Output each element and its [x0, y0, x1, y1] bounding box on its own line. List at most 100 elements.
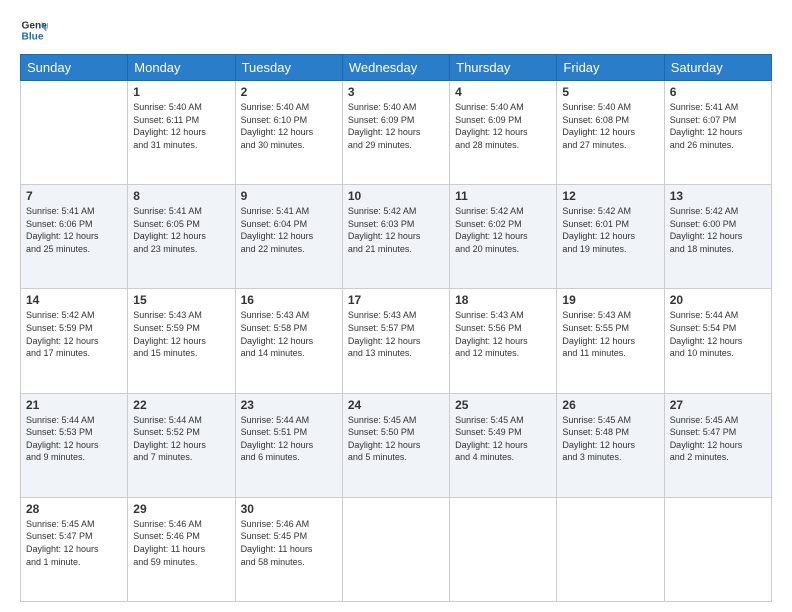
day-number: 23: [241, 398, 337, 412]
day-number: 25: [455, 398, 551, 412]
day-number: 5: [562, 85, 658, 99]
calendar-cell: 27 Sunrise: 5:45 AM Sunset: 5:47 PM Dayli…: [664, 393, 771, 497]
calendar-cell: 26 Sunrise: 5:45 AM Sunset: 5:48 PM Dayli…: [557, 393, 664, 497]
day-number: 27: [670, 398, 766, 412]
day-number: 29: [133, 502, 229, 516]
calendar-cell: 18 Sunrise: 5:43 AM Sunset: 5:56 PM Dayli…: [450, 289, 557, 393]
calendar-cell: 29 Sunrise: 5:46 AM Sunset: 5:46 PM Dayli…: [128, 497, 235, 601]
weekday-header-saturday: Saturday: [664, 55, 771, 81]
day-info: Sunrise: 5:46 AM Sunset: 5:45 PM Dayligh…: [241, 518, 337, 568]
calendar-cell: 23 Sunrise: 5:44 AM Sunset: 5:51 PM Dayli…: [235, 393, 342, 497]
calendar-cell: 16 Sunrise: 5:43 AM Sunset: 5:58 PM Dayli…: [235, 289, 342, 393]
calendar-cell: 28 Sunrise: 5:45 AM Sunset: 5:47 PM Dayli…: [21, 497, 128, 601]
day-info: Sunrise: 5:45 AM Sunset: 5:48 PM Dayligh…: [562, 414, 658, 464]
day-info: Sunrise: 5:40 AM Sunset: 6:11 PM Dayligh…: [133, 101, 229, 151]
calendar-cell: 25 Sunrise: 5:45 AM Sunset: 5:49 PM Dayli…: [450, 393, 557, 497]
day-info: Sunrise: 5:45 AM Sunset: 5:47 PM Dayligh…: [26, 518, 122, 568]
day-info: Sunrise: 5:44 AM Sunset: 5:51 PM Dayligh…: [241, 414, 337, 464]
day-number: 12: [562, 189, 658, 203]
day-number: 26: [562, 398, 658, 412]
calendar-cell: 14 Sunrise: 5:42 AM Sunset: 5:59 PM Dayli…: [21, 289, 128, 393]
calendar-table: SundayMondayTuesdayWednesdayThursdayFrid…: [20, 54, 772, 602]
day-number: 28: [26, 502, 122, 516]
day-number: 1: [133, 85, 229, 99]
calendar-cell: [664, 497, 771, 601]
day-number: 8: [133, 189, 229, 203]
day-info: Sunrise: 5:41 AM Sunset: 6:05 PM Dayligh…: [133, 205, 229, 255]
day-info: Sunrise: 5:42 AM Sunset: 6:02 PM Dayligh…: [455, 205, 551, 255]
day-number: 13: [670, 189, 766, 203]
day-info: Sunrise: 5:41 AM Sunset: 6:06 PM Dayligh…: [26, 205, 122, 255]
header: General Blue: [20, 16, 772, 44]
calendar-cell: 4Sunrise: 5:40 AM Sunset: 6:09 PM Daylig…: [450, 81, 557, 185]
day-info: Sunrise: 5:43 AM Sunset: 5:55 PM Dayligh…: [562, 309, 658, 359]
day-info: Sunrise: 5:46 AM Sunset: 5:46 PM Dayligh…: [133, 518, 229, 568]
logo: General Blue: [20, 16, 48, 44]
calendar-cell: 30 Sunrise: 5:46 AM Sunset: 5:45 PM Dayli…: [235, 497, 342, 601]
day-number: 14: [26, 293, 122, 307]
calendar-cell: 17 Sunrise: 5:43 AM Sunset: 5:57 PM Dayli…: [342, 289, 449, 393]
calendar-cell: 7 Sunrise: 5:41 AM Sunset: 6:06 PM Daylig…: [21, 185, 128, 289]
calendar-cell: 21 Sunrise: 5:44 AM Sunset: 5:53 PM Dayli…: [21, 393, 128, 497]
calendar-cell: 9Sunrise: 5:41 AM Sunset: 6:04 PM Daylig…: [235, 185, 342, 289]
day-number: 17: [348, 293, 444, 307]
day-info: Sunrise: 5:44 AM Sunset: 5:53 PM Dayligh…: [26, 414, 122, 464]
calendar-cell: 13 Sunrise: 5:42 AM Sunset: 6:00 PM Dayli…: [664, 185, 771, 289]
weekday-header-thursday: Thursday: [450, 55, 557, 81]
day-number: 7: [26, 189, 122, 203]
calendar-cell: 24 Sunrise: 5:45 AM Sunset: 5:50 PM Dayli…: [342, 393, 449, 497]
calendar-cell: 3 Sunrise: 5:40 AM Sunset: 6:09 PM Daylig…: [342, 81, 449, 185]
svg-text:Blue: Blue: [22, 31, 44, 42]
day-number: 16: [241, 293, 337, 307]
calendar-cell: 11 Sunrise: 5:42 AM Sunset: 6:02 PM Dayli…: [450, 185, 557, 289]
weekday-header-monday: Monday: [128, 55, 235, 81]
calendar-cell: 19 Sunrise: 5:43 AM Sunset: 5:55 PM Dayli…: [557, 289, 664, 393]
calendar-cell: 22Sunrise: 5:44 AM Sunset: 5:52 PM Dayli…: [128, 393, 235, 497]
day-info: Sunrise: 5:44 AM Sunset: 5:54 PM Dayligh…: [670, 309, 766, 359]
day-info: Sunrise: 5:40 AM Sunset: 6:09 PM Dayligh…: [348, 101, 444, 151]
logo-icon: General Blue: [20, 16, 48, 44]
calendar-cell: 5Sunrise: 5:40 AM Sunset: 6:08 PM Daylig…: [557, 81, 664, 185]
calendar-cell: [450, 497, 557, 601]
weekday-header-friday: Friday: [557, 55, 664, 81]
day-number: 11: [455, 189, 551, 203]
day-info: Sunrise: 5:42 AM Sunset: 6:03 PM Dayligh…: [348, 205, 444, 255]
calendar-cell: 12 Sunrise: 5:42 AM Sunset: 6:01 PM Dayli…: [557, 185, 664, 289]
calendar-cell: 2Sunrise: 5:40 AM Sunset: 6:10 PM Daylig…: [235, 81, 342, 185]
day-info: Sunrise: 5:42 AM Sunset: 6:01 PM Dayligh…: [562, 205, 658, 255]
week-row-2: 7 Sunrise: 5:41 AM Sunset: 6:06 PM Daylig…: [21, 185, 772, 289]
calendar-cell: [21, 81, 128, 185]
week-row-4: 21 Sunrise: 5:44 AM Sunset: 5:53 PM Dayli…: [21, 393, 772, 497]
day-info: Sunrise: 5:43 AM Sunset: 5:59 PM Dayligh…: [133, 309, 229, 359]
day-number: 18: [455, 293, 551, 307]
day-info: Sunrise: 5:45 AM Sunset: 5:50 PM Dayligh…: [348, 414, 444, 464]
day-number: 21: [26, 398, 122, 412]
calendar-cell: 10 Sunrise: 5:42 AM Sunset: 6:03 PM Dayli…: [342, 185, 449, 289]
day-info: Sunrise: 5:43 AM Sunset: 5:56 PM Dayligh…: [455, 309, 551, 359]
day-number: 24: [348, 398, 444, 412]
day-number: 15: [133, 293, 229, 307]
day-info: Sunrise: 5:45 AM Sunset: 5:47 PM Dayligh…: [670, 414, 766, 464]
day-number: 4: [455, 85, 551, 99]
day-info: Sunrise: 5:41 AM Sunset: 6:04 PM Dayligh…: [241, 205, 337, 255]
calendar-cell: 20Sunrise: 5:44 AM Sunset: 5:54 PM Dayli…: [664, 289, 771, 393]
day-number: 6: [670, 85, 766, 99]
week-row-3: 14 Sunrise: 5:42 AM Sunset: 5:59 PM Dayli…: [21, 289, 772, 393]
calendar-cell: 6Sunrise: 5:41 AM Sunset: 6:07 PM Daylig…: [664, 81, 771, 185]
day-info: Sunrise: 5:43 AM Sunset: 5:58 PM Dayligh…: [241, 309, 337, 359]
day-number: 3: [348, 85, 444, 99]
day-number: 30: [241, 502, 337, 516]
day-info: Sunrise: 5:45 AM Sunset: 5:49 PM Dayligh…: [455, 414, 551, 464]
calendar-cell: [342, 497, 449, 601]
day-number: 2: [241, 85, 337, 99]
calendar-cell: 1 Sunrise: 5:40 AM Sunset: 6:11 PM Daylig…: [128, 81, 235, 185]
day-number: 22: [133, 398, 229, 412]
day-info: Sunrise: 5:42 AM Sunset: 5:59 PM Dayligh…: [26, 309, 122, 359]
day-info: Sunrise: 5:42 AM Sunset: 6:00 PM Dayligh…: [670, 205, 766, 255]
day-number: 10: [348, 189, 444, 203]
weekday-header-row: SundayMondayTuesdayWednesdayThursdayFrid…: [21, 55, 772, 81]
calendar-cell: 15 Sunrise: 5:43 AM Sunset: 5:59 PM Dayli…: [128, 289, 235, 393]
day-number: 19: [562, 293, 658, 307]
day-info: Sunrise: 5:43 AM Sunset: 5:57 PM Dayligh…: [348, 309, 444, 359]
weekday-header-wednesday: Wednesday: [342, 55, 449, 81]
